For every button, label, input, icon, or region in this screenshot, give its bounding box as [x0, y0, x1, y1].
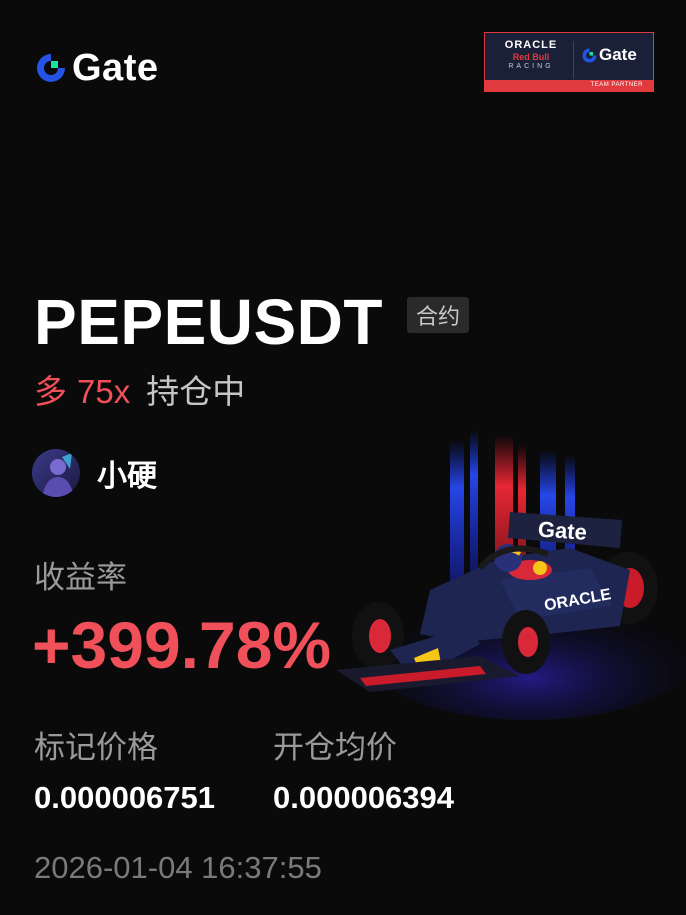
racing-text: RACING [508, 63, 554, 70]
light-beam-blue [470, 430, 478, 580]
oracle-redbull-racing-logo: ORACLE Red Bull RACING [491, 39, 571, 70]
red-bull-text: Red Bull [512, 52, 550, 62]
timestamp: 2026-01-04 16:37:55 [34, 850, 322, 885]
team-partner-badge: ORACLE Red Bull RACING Gate TEAM PARTNER [484, 32, 654, 92]
gate-logo-icon [37, 54, 65, 82]
entry-price-value: 0.000006394 [273, 780, 455, 815]
mark-price-value: 0.000006751 [34, 780, 216, 815]
position-direction: 多 [34, 373, 67, 410]
partner-divider [573, 41, 574, 79]
mark-price-label: 标记价格 [34, 730, 158, 765]
oracle-text: ORACLE [504, 39, 558, 51]
position-info: 多 75x 持仓中 [34, 372, 245, 412]
partner-gate-logo: Gate [581, 45, 637, 65]
front-rim-right [518, 627, 538, 657]
contract-tag: 合约 [406, 297, 469, 333]
user-info: 小硬 [32, 449, 157, 497]
roi-label: 收益率 [34, 560, 127, 595]
gate-logo: Gate [34, 48, 158, 88]
roi-value: +399.78% [32, 608, 332, 682]
front-rim [369, 619, 391, 653]
pair-title: PEPEUSDT [34, 286, 383, 358]
user-avatar-icon [32, 449, 80, 497]
trading-pair-row: PEPEUSDT 合约 [34, 290, 469, 354]
avatar [32, 449, 80, 497]
entry-price-label: 开仓均价 [273, 730, 397, 765]
partner-gate-text: Gate [599, 45, 637, 64]
username: 小硬 [97, 460, 157, 493]
position-status: 持仓中 [146, 373, 246, 410]
sun-graphic [533, 561, 547, 575]
gate-logo-text: Gate [72, 47, 159, 89]
rear-wing-text: Gate [537, 516, 588, 544]
f1-car-illustration: Gate ORACLE [336, 430, 686, 720]
gate-small-icon [582, 48, 597, 62]
partner-footer-text: TEAM PARTNER [485, 80, 653, 91]
position-leverage: 75x [77, 373, 131, 410]
